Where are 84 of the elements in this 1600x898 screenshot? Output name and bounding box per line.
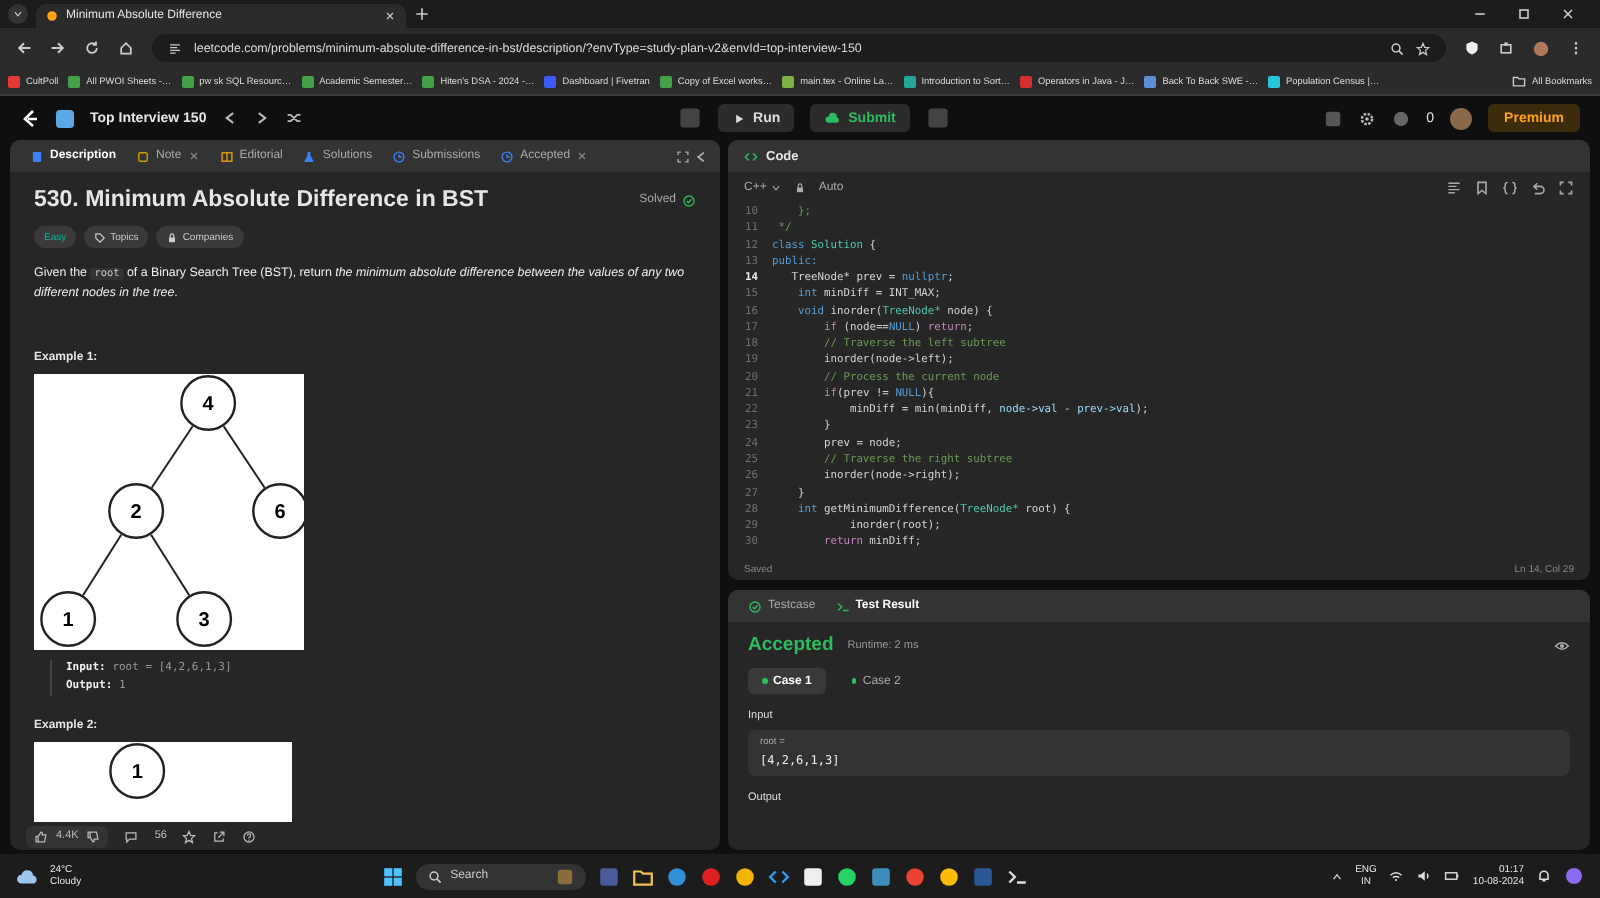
speaker-icon	[1416, 868, 1433, 884]
tree-edge	[222, 425, 266, 489]
shield-icon[interactable]	[1464, 40, 1480, 56]
braces-icon[interactable]	[1502, 179, 1518, 195]
windows-start-icon[interactable]	[382, 865, 405, 887]
format-icon[interactable]	[1446, 179, 1462, 195]
bell-icon[interactable]	[1536, 868, 1552, 884]
wifi-icon	[1388, 868, 1405, 884]
tree-node: 2	[108, 483, 165, 539]
app-icon[interactable]	[836, 865, 859, 887]
star-icon[interactable]	[182, 829, 197, 843]
tree-node: 1	[109, 743, 166, 799]
tab-icon	[136, 149, 151, 163]
app-icon[interactable]	[734, 865, 757, 887]
tab-icon	[500, 149, 515, 163]
reload-icon[interactable]	[84, 40, 100, 56]
verdict-text: Accepted	[748, 634, 834, 656]
next-icon[interactable]	[254, 110, 271, 126]
settings-icon[interactable]	[1358, 109, 1377, 127]
tree-node: 4	[180, 375, 237, 431]
tree-node: 3	[176, 591, 233, 647]
app-icon[interactable]	[802, 865, 825, 887]
comment-icon[interactable]	[124, 829, 139, 843]
tree-node: 1	[40, 591, 97, 647]
maximize-icon[interactable]	[1516, 6, 1532, 22]
tab-icon	[302, 149, 317, 163]
zoom-icon[interactable]	[1390, 41, 1404, 55]
chevron-up-icon[interactable]	[1329, 869, 1344, 883]
previous-icon[interactable]	[222, 110, 239, 126]
back-icon[interactable]	[16, 40, 32, 56]
tree-node: 6	[252, 483, 304, 539]
favicon-icon	[46, 10, 58, 22]
thumbs-down-icon[interactable]	[86, 829, 101, 843]
tab-list-button[interactable]	[8, 4, 28, 24]
new-tab-icon[interactable]	[410, 2, 434, 26]
search-icon	[428, 869, 443, 883]
tab-icon	[30, 149, 44, 163]
home-icon[interactable]	[118, 40, 134, 56]
lock-icon	[166, 231, 179, 243]
cloud-upload-icon	[824, 110, 841, 126]
checkbox-icon	[748, 599, 762, 613]
terminal-icon	[835, 599, 850, 613]
play-icon	[731, 111, 746, 125]
help-icon[interactable]	[242, 829, 257, 843]
tag-icon	[94, 231, 107, 243]
star-icon[interactable]	[1416, 41, 1430, 55]
weather-cloud-icon	[16, 865, 38, 887]
thumbs-up-icon[interactable]	[34, 829, 48, 843]
expand-icon[interactable]	[676, 149, 690, 163]
logo-icon[interactable]	[20, 108, 40, 128]
caret-icon	[12, 8, 24, 20]
avatar-icon[interactable]	[1532, 39, 1550, 57]
study-plan-icon	[56, 109, 74, 127]
app-icon[interactable]	[768, 865, 791, 887]
eye-icon[interactable]	[1554, 637, 1570, 653]
reset-icon[interactable]	[1530, 179, 1546, 195]
tree-edge	[82, 533, 123, 597]
forward-icon[interactable]	[50, 40, 66, 56]
tree-edge	[150, 425, 194, 489]
caret-icon	[770, 181, 783, 193]
share-icon[interactable]	[212, 829, 227, 843]
tab-icon	[392, 149, 407, 163]
code-icon	[744, 149, 758, 163]
check-icon	[682, 193, 696, 207]
tree-edge	[150, 533, 191, 597]
bookmark-icon[interactable]	[1474, 179, 1490, 195]
avatar-icon[interactable]	[1450, 107, 1473, 129]
expand-icon[interactable]	[1558, 179, 1574, 195]
extension-icon[interactable]	[1498, 40, 1514, 56]
passed-dot-icon	[762, 678, 767, 684]
site-info-icon	[168, 41, 182, 55]
app-icon[interactable]	[938, 865, 961, 887]
passed-dot-icon	[851, 678, 857, 684]
lock-icon	[794, 181, 807, 193]
close-icon[interactable]	[1560, 6, 1576, 22]
shuffle-icon[interactable]	[286, 110, 303, 126]
app-icon[interactable]	[632, 865, 655, 887]
close-icon[interactable]	[384, 10, 396, 22]
tab-icon	[219, 149, 234, 163]
battery-icon	[1444, 868, 1461, 884]
collapse-icon[interactable]	[694, 149, 708, 163]
app-icon[interactable]	[1006, 865, 1029, 887]
folder-icon	[1512, 74, 1527, 88]
problem-title: 530. Minimum Absolute Difference in BST	[34, 188, 489, 212]
